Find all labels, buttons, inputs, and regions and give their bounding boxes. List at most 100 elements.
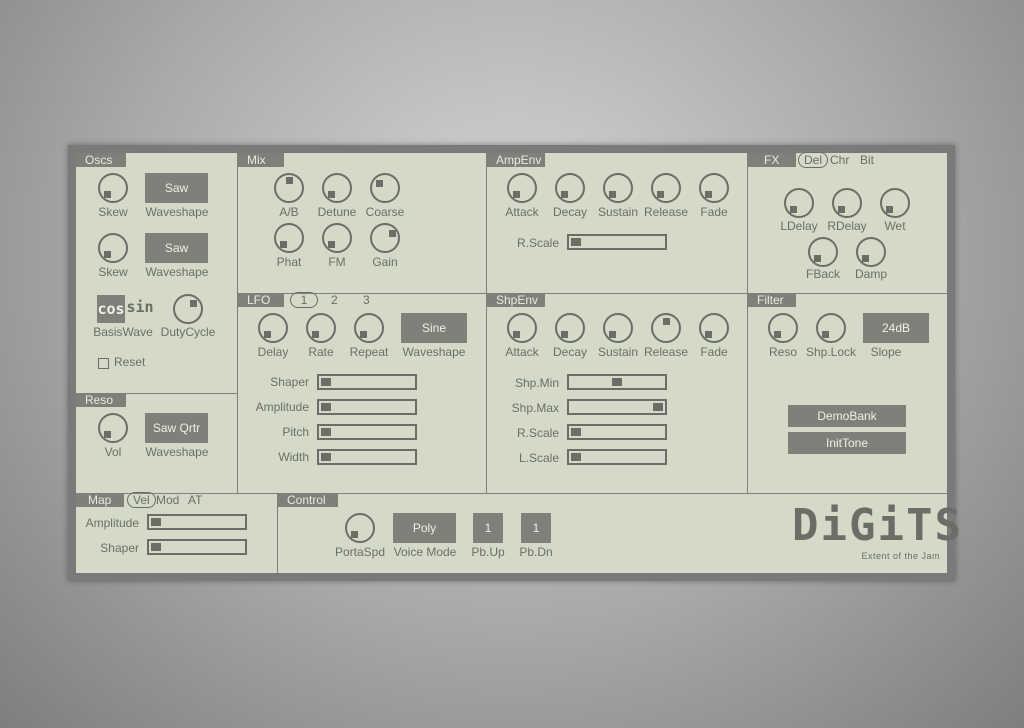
release-label: Release [643, 345, 689, 359]
section-title-filter: Filter [748, 293, 796, 307]
section-title-mix: Mix [238, 153, 284, 167]
plugin-window: Oscs Skew Saw Waveshape Skew Saw Wavesha… [68, 145, 961, 581]
shp-rscale-slider[interactable] [567, 424, 667, 440]
voicemode-button[interactable]: Poly [393, 513, 456, 543]
release-label: Release [643, 205, 689, 219]
divider [76, 493, 947, 494]
amp-attack-knob[interactable] [507, 173, 537, 203]
vol-label: Vol [104, 445, 122, 459]
divider [486, 153, 487, 493]
wet-knob[interactable] [880, 188, 910, 218]
lfo-rate-knob[interactable] [306, 313, 336, 343]
damp-label: Damp [854, 267, 887, 281]
shp-decay-knob[interactable] [555, 313, 585, 343]
fback-knob[interactable] [808, 237, 838, 267]
lfo-width-slider[interactable] [317, 449, 417, 465]
shp-min-slider[interactable] [567, 374, 667, 390]
shp-release-knob[interactable] [651, 313, 681, 343]
portaspd-knob[interactable] [345, 513, 375, 543]
damp-knob[interactable] [856, 237, 886, 267]
detune-knob[interactable] [322, 173, 352, 203]
lfo-pitch-slider[interactable] [317, 424, 417, 440]
pbdn-label: Pb.Dn [519, 545, 553, 559]
mix-ab-knob[interactable] [274, 173, 304, 203]
map-amplitude-slider[interactable] [147, 514, 247, 530]
amp-decay-knob[interactable] [555, 173, 585, 203]
ldelay-knob[interactable] [784, 188, 814, 218]
pbdn-button[interactable]: 1 [521, 513, 551, 543]
portaspd-label: PortaSpd [334, 545, 386, 559]
amp-release-knob[interactable] [651, 173, 681, 203]
dutycycle-knob[interactable] [173, 294, 203, 324]
coarse-label: Coarse [365, 205, 405, 219]
rate-label: Rate [308, 345, 334, 359]
skew-knob-2[interactable] [98, 233, 128, 263]
ldelay-label: LDelay [780, 219, 818, 233]
reso-vol-knob[interactable] [98, 413, 128, 443]
lfo-shaper-label: Shaper [270, 375, 309, 389]
basis-sin-button[interactable]: sin [126, 298, 154, 316]
filter-reso-knob[interactable] [768, 313, 798, 343]
lfo-width-label: Width [278, 450, 309, 464]
lfo-waveshape-button[interactable]: Sine [401, 313, 467, 343]
amp-sustain-knob[interactable] [603, 173, 633, 203]
shp-fade-knob[interactable] [699, 313, 729, 343]
plugin-panel: Oscs Skew Saw Waveshape Skew Saw Wavesha… [76, 152, 961, 573]
shp-max-slider[interactable] [567, 399, 667, 415]
reset-label: Reset [114, 355, 146, 369]
section-title-control: Control [278, 493, 338, 507]
lfo-amplitude-slider[interactable] [317, 399, 417, 415]
phat-knob[interactable] [274, 223, 304, 253]
lfo-tab-3[interactable]: 3 [363, 293, 370, 307]
ab-label: A/B [279, 205, 299, 219]
gain-knob[interactable] [370, 223, 400, 253]
pbup-button[interactable]: 1 [473, 513, 503, 543]
map-tab-vel[interactable]: Vel [127, 492, 156, 508]
map-amplitude-label: Amplitude [85, 516, 139, 530]
sustain-label: Sustain [597, 205, 639, 219]
shp-lscale-slider[interactable] [567, 449, 667, 465]
basis-cos-button[interactable]: cos [97, 295, 125, 323]
shp-attack-knob[interactable] [507, 313, 537, 343]
coarse-knob[interactable] [370, 173, 400, 203]
map-tab-mod[interactable]: Mod [156, 493, 179, 507]
section-title-oscs: Oscs [76, 153, 126, 167]
fm-knob[interactable] [322, 223, 352, 253]
lfo-tab-2[interactable]: 2 [331, 293, 338, 307]
lfo-shaper-slider[interactable] [317, 374, 417, 390]
pbup-label: Pb.Up [471, 545, 505, 559]
lfo-delay-knob[interactable] [258, 313, 288, 343]
map-shaper-label: Shaper [100, 541, 139, 555]
fback-label: FBack [805, 267, 840, 281]
section-title-ampenv: AmpEnv [487, 153, 545, 167]
wet-label: Wet [884, 219, 906, 233]
waveshape-button-2[interactable]: Saw [145, 233, 208, 263]
fx-tab-chr[interactable]: Chr [830, 153, 849, 167]
fx-tab-del[interactable]: Del [798, 152, 829, 168]
skew-label: Skew [98, 265, 128, 279]
slope-button[interactable]: 24dB [863, 313, 929, 343]
rdelay-knob[interactable] [832, 188, 862, 218]
shp-min-label: Shp.Min [514, 376, 559, 390]
shp-sustain-knob[interactable] [603, 313, 633, 343]
map-shaper-slider[interactable] [147, 539, 247, 555]
skew-knob-1[interactable] [98, 173, 128, 203]
inittone-button[interactable]: InitTone [788, 432, 906, 454]
section-title-shpenv: ShpEnv [487, 293, 545, 307]
amp-fade-knob[interactable] [699, 173, 729, 203]
waveshape-label: Waveshape [145, 205, 209, 219]
reso-waveshape-button[interactable]: Saw Qrtr [145, 413, 208, 443]
delay-label: Delay [257, 345, 289, 359]
divider [237, 153, 238, 493]
fx-tab-bit[interactable]: Bit [860, 153, 874, 167]
section-title-fx: FX [748, 153, 796, 167]
amp-rscale-slider[interactable] [567, 234, 667, 250]
waveshape-button-1[interactable]: Saw [145, 173, 208, 203]
section-title-lfo: LFO [238, 293, 284, 307]
reset-checkbox[interactable] [98, 358, 109, 369]
shplock-knob[interactable] [816, 313, 846, 343]
map-tab-at[interactable]: AT [188, 493, 202, 507]
lfo-tab-1[interactable]: 1 [290, 292, 318, 308]
demobank-button[interactable]: DemoBank [788, 405, 906, 427]
lfo-repeat-knob[interactable] [354, 313, 384, 343]
